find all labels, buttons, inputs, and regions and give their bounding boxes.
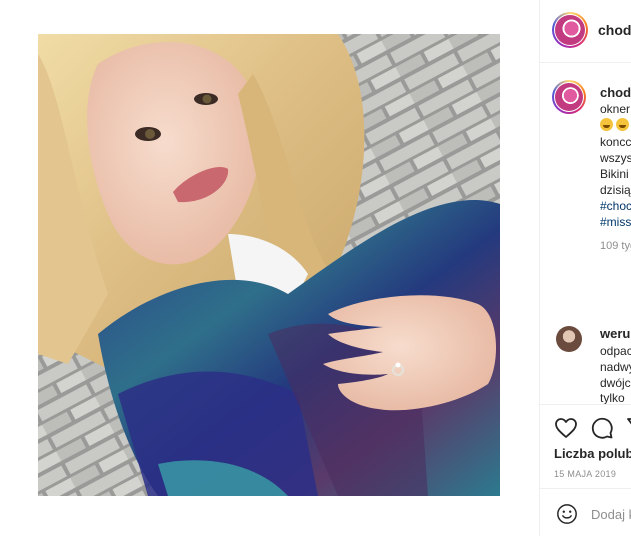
post-actions (554, 416, 631, 442)
caption-line: wszys (600, 151, 631, 165)
comment-avatar[interactable] (556, 326, 582, 352)
grin-emoji-icon (600, 118, 613, 131)
caption-avatar[interactable] (552, 80, 586, 114)
comment-username[interactable]: weruu (600, 326, 631, 341)
comment-line: dwójc (600, 376, 631, 390)
post-time-ago[interactable]: 109 tyg (600, 240, 631, 252)
comment-form-divider (540, 488, 631, 489)
hashtag-link[interactable]: #miss (600, 214, 631, 230)
likes-count[interactable]: Liczba polubi (554, 446, 631, 461)
caption-line: koncc (600, 135, 631, 149)
comment-line: nadwy (600, 360, 631, 374)
post-side-panel: choda choda okner koncc wszys Bikini dzi… (540, 0, 631, 536)
caption-username[interactable]: choda (600, 85, 631, 100)
header-username[interactable]: choda (598, 22, 631, 38)
post-date[interactable]: 15 MAJA 2019 (554, 469, 616, 479)
header-avatar[interactable] (552, 12, 588, 48)
caption-line: Bikini (600, 167, 629, 181)
actions-divider (540, 404, 631, 405)
emoji-picker-icon[interactable] (556, 503, 578, 525)
caption-line: dzisią (600, 183, 631, 197)
comment-icon[interactable] (590, 416, 614, 440)
post-photo[interactable] (38, 34, 500, 496)
heart-icon[interactable] (554, 416, 578, 440)
post-image (38, 34, 500, 496)
comment-line: odpac (600, 344, 631, 358)
add-comment-input[interactable]: Dodaj k (591, 507, 631, 522)
hashtag-link[interactable]: #choc (600, 198, 631, 214)
caption-emoji-row (600, 117, 631, 133)
caption-line: okner (600, 102, 631, 116)
share-icon[interactable] (626, 416, 631, 440)
tongue-emoji-icon (616, 118, 629, 131)
header-divider (540, 62, 631, 63)
